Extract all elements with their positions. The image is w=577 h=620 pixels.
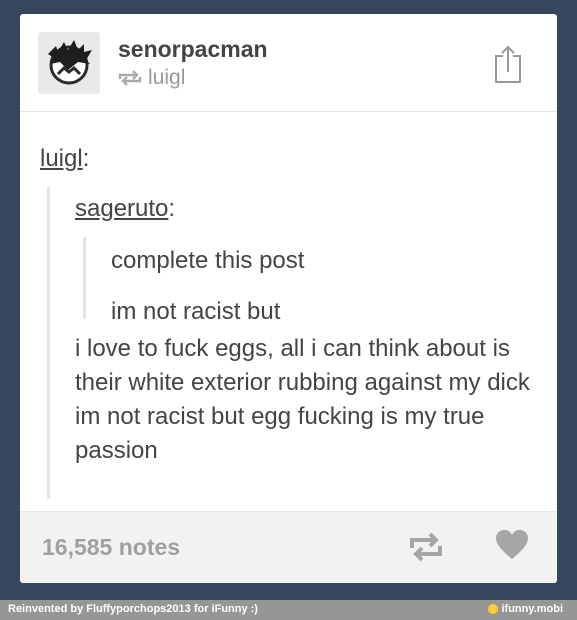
quote-author-2: sageruto: [75,195,176,222]
post-footer: 16,585 notes [20,511,557,583]
like-button[interactable] [495,529,529,566]
avatar[interactable] [38,32,100,94]
reblog-source-name[interactable]: luigl [148,66,185,90]
watermark-brand: ifunny.mobi [488,603,563,615]
notes-count[interactable]: 16,585 notes [42,534,180,561]
original-line-2: im not racist but [111,298,281,325]
reblog-source[interactable]: luigl [118,66,185,90]
post-author[interactable]: senorpacman [118,36,268,63]
ifunny-logo-icon [488,604,499,614]
post-header: senorpacman luigl [20,14,557,112]
reblog-icon [410,532,442,562]
watermark-credit: Reinvented by Fluffyporchops2013 for iFu… [8,603,258,615]
reply-text: i love to fuck eggs, all i can think abo… [75,335,530,464]
reblog-icon [118,70,142,86]
post-card: senorpacman luigl luigl: sageruto: compl… [20,14,557,583]
blockquote-inner: complete this post im not racist but [83,237,506,325]
heart-icon [496,530,528,559]
user-link-2[interactable]: sageruto [75,195,168,222]
watermark-bar: Reinvented by Fluffyporchops2013 for iFu… [0,600,577,620]
share-icon[interactable] [493,44,523,89]
blockquote-outer: sageruto: complete this post im not raci… [47,187,540,499]
quote-author-1: luigl: [40,145,90,172]
original-line-1: complete this post [111,247,305,274]
user-link-1[interactable]: luigl [40,145,83,172]
watermark-brand-text: ifunny.mobi [501,603,563,615]
reblog-button[interactable] [408,532,444,567]
